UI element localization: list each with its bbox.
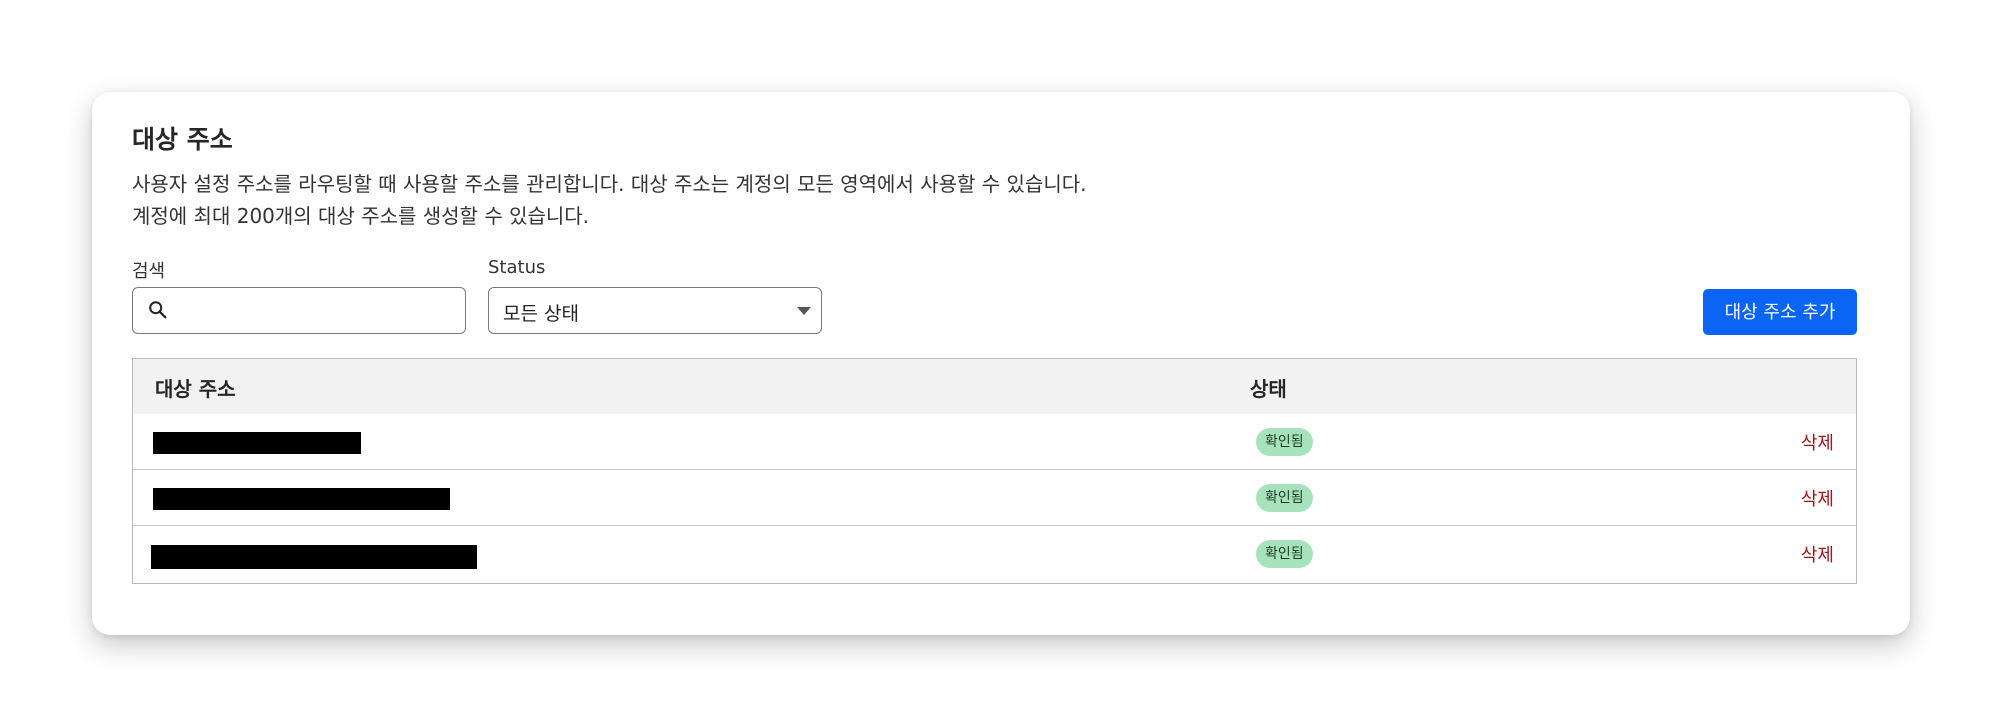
description-line-2: 계정에 최대 200개의 대상 주소를 생성할 수 있습니다. [132,204,590,228]
table-row: 확인됨 삭제 [133,526,1856,582]
status-badge: 확인됨 [1256,484,1313,512]
search-icon [149,301,167,319]
destination-addresses-card: 대상 주소 사용자 설정 주소를 라우팅할 때 사용할 주소를 관리합니다. 대… [92,92,1910,635]
add-destination-address-button[interactable]: 대상 주소 추가 [1703,289,1857,335]
destination-address-table: 대상 주소 상태 확인됨 삭제 확인됨 삭제 확인됨 삭제 [132,358,1857,584]
column-header-status: 상태 [1250,377,1287,401]
page-description: 사용자 설정 주소를 라우팅할 때 사용할 주소를 관리합니다. 대상 주소는 … [132,168,1086,232]
delete-link[interactable]: 삭제 [1801,485,1834,511]
search-input[interactable] [177,294,461,329]
status-select-value: 모든 상태 [503,303,579,325]
table-header: 대상 주소 상태 [133,359,1856,414]
description-line-1: 사용자 설정 주소를 라우팅할 때 사용할 주소를 관리합니다. 대상 주소는 … [132,172,1087,196]
delete-link[interactable]: 삭제 [1801,429,1834,455]
search-label: 검색 [132,261,166,282]
page-title: 대상 주소 [132,125,233,154]
chevron-down-icon [797,307,811,315]
status-filter-label: Status [488,257,546,278]
column-header-address: 대상 주소 [155,377,236,401]
redacted-address [153,488,450,510]
search-field[interactable] [132,287,466,334]
table-row: 확인됨 삭제 [133,414,1856,470]
table-row: 확인됨 삭제 [133,470,1856,526]
status-badge: 확인됨 [1256,428,1313,456]
status-select[interactable]: 모든 상태 [488,287,822,334]
status-badge: 확인됨 [1256,540,1313,568]
delete-link[interactable]: 삭제 [1801,541,1834,567]
redacted-address [151,545,477,569]
redacted-address [153,432,361,454]
